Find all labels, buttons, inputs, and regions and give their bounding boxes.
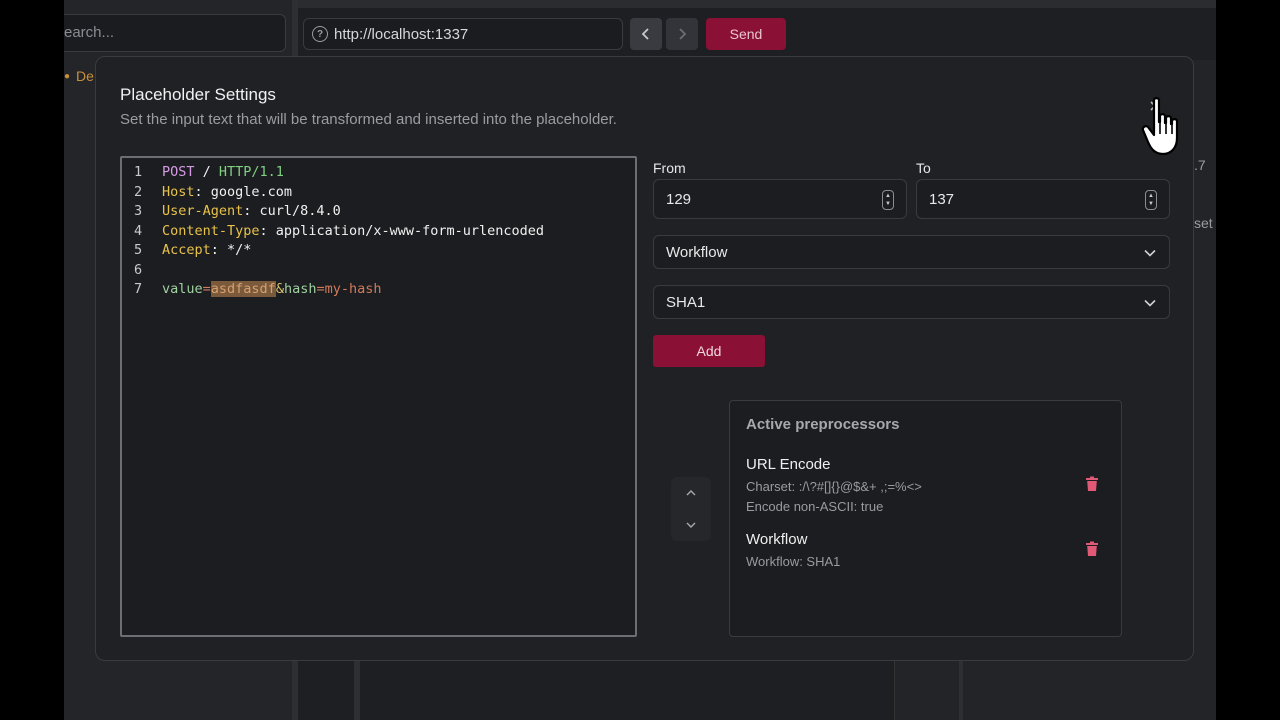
- header-key: Host: [162, 183, 195, 200]
- back-button[interactable]: [630, 18, 662, 50]
- chevron-right-icon: [679, 28, 687, 40]
- dialog-subtitle: Set the input text that will be transfor…: [120, 111, 617, 128]
- add-button[interactable]: Add: [653, 335, 765, 367]
- header-value: : google.com: [194, 183, 293, 200]
- body-param-key: value: [162, 281, 203, 297]
- panel-title: Active preprocessors: [746, 416, 900, 433]
- http-method: POST: [162, 164, 195, 180]
- code-line: 3 User-Agent: curl/8.4.0: [122, 202, 635, 222]
- preprocessor-detail: Charset: :/\?#[]{}@$&+ ,;=%<>: [746, 479, 922, 494]
- header-value: : */*: [210, 242, 252, 258]
- select-value: Workflow: [666, 243, 728, 261]
- pane-divider[interactable]: [354, 660, 360, 720]
- http-protocol: HTTP/1.1: [218, 164, 284, 180]
- line-number: 5: [134, 242, 143, 258]
- header-value: : curl/8.4.0: [243, 203, 341, 219]
- code-line: 5 Accept: */*: [122, 241, 635, 261]
- forward-button[interactable]: [666, 18, 698, 50]
- stepper-icon[interactable]: ▲ ▼: [882, 190, 894, 210]
- from-value: 129: [666, 190, 692, 208]
- selected-placeholder-text[interactable]: asdfasdf: [210, 281, 276, 297]
- code-line: 2 Host: google.com: [122, 183, 635, 203]
- right-panel-text: set: [1194, 215, 1213, 231]
- move-up-button[interactable]: [671, 477, 711, 509]
- from-input[interactable]: 129 ▲ ▼: [653, 179, 907, 219]
- chevron-left-icon: [641, 28, 649, 40]
- sidebar-item[interactable]: ● De: [64, 68, 94, 84]
- to-label: To: [916, 160, 931, 176]
- bullet-icon: ●: [64, 70, 71, 82]
- header-value: : application/x-www-form-urlencoded: [259, 222, 545, 239]
- sidebar-item-label: De: [76, 68, 94, 84]
- header-key: Accept: [162, 242, 211, 258]
- chevron-down-icon: [686, 522, 696, 528]
- body-param-key: hash: [283, 281, 317, 297]
- line-number: 7: [134, 281, 143, 297]
- header-key: Content-Type: [162, 222, 260, 239]
- move-down-button[interactable]: [671, 509, 711, 541]
- right-panel-text: .7: [1194, 157, 1206, 173]
- active-preprocessors-panel: Active preprocessors URL Encode Charset:…: [729, 400, 1122, 637]
- line-number: 1: [134, 164, 143, 180]
- search-input[interactable]: earch...: [64, 14, 286, 52]
- select-value: SHA1: [666, 293, 706, 311]
- from-label: From: [653, 160, 686, 176]
- line-number: 4: [134, 222, 143, 239]
- preprocessor-detail: Workflow: SHA1: [746, 554, 841, 569]
- url-input[interactable]: ? http://localhost:1337: [303, 18, 623, 50]
- trash-icon[interactable]: [1085, 476, 1099, 492]
- code-line: 4 Content-Type: application/x-www-form-u…: [122, 222, 635, 242]
- preprocessor-type-select[interactable]: Workflow: [653, 235, 1170, 269]
- dialog-title: Placeholder Settings: [120, 85, 276, 104]
- preprocessor-name[interactable]: Workflow: [746, 531, 807, 548]
- placeholder-settings-dialog: Placeholder Settings Set the input text …: [95, 56, 1194, 661]
- reorder-controls: [671, 477, 711, 541]
- to-input[interactable]: 137 ▲ ▼: [916, 179, 1170, 219]
- chevron-down-icon: [1144, 299, 1156, 307]
- line-number: 3: [134, 203, 143, 219]
- preprocessor-name[interactable]: URL Encode: [746, 456, 831, 473]
- line-number: 6: [134, 261, 143, 278]
- line-number: 2: [134, 183, 143, 200]
- pane-divider[interactable]: [959, 660, 963, 720]
- hand-cursor-icon: [1141, 97, 1179, 156]
- code-line: 6: [122, 261, 635, 281]
- body-equals: =: [316, 281, 325, 297]
- trash-icon[interactable]: [1085, 541, 1099, 557]
- body-ampersand: &: [275, 281, 284, 297]
- header-key: User-Agent: [162, 203, 244, 219]
- code-line: 1 POST / HTTP/1.1: [122, 163, 635, 183]
- workflow-select[interactable]: SHA1: [653, 285, 1170, 319]
- preprocessor-detail: Encode non-ASCII: true: [746, 499, 884, 514]
- help-icon: ?: [312, 26, 328, 42]
- chevron-up-icon: [686, 490, 696, 496]
- to-value: 137: [929, 190, 955, 208]
- request-path: /: [194, 164, 219, 180]
- url-text: http://localhost:1337: [334, 25, 469, 43]
- request-editor[interactable]: 1 POST / HTTP/1.1 2 Host: google.com 3 U…: [120, 156, 637, 637]
- stepper-icon[interactable]: ▲ ▼: [1145, 190, 1157, 210]
- code-line: 7 value=asdfasdf&hash=my-hash: [122, 280, 635, 300]
- top-strip: [294, 0, 1216, 8]
- send-button[interactable]: Send: [706, 18, 786, 50]
- body-equals: =: [202, 281, 211, 297]
- chevron-down-icon: [1144, 249, 1156, 257]
- body-param-value: my-hash: [324, 281, 382, 297]
